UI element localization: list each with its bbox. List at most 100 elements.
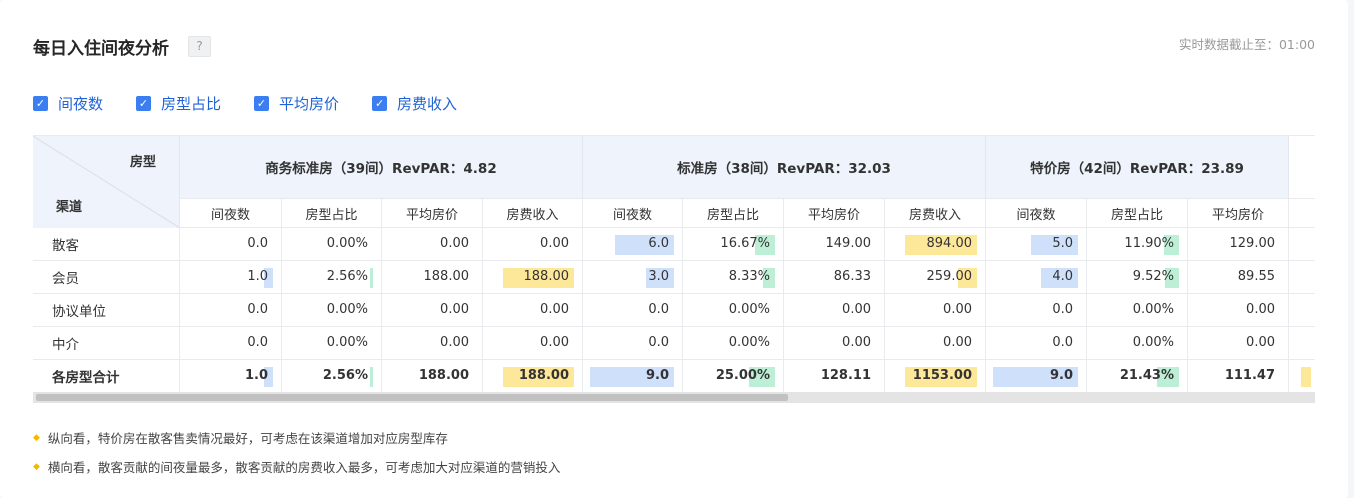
table-cell-overflow bbox=[1289, 294, 1315, 327]
diamond-bullet-icon: ◆ bbox=[33, 432, 40, 443]
room-type-group-header: 标准房（38间）RevPAR：32.03 bbox=[583, 136, 986, 198]
column-header: 房型占比 bbox=[282, 198, 382, 228]
cell-value: 0.0 bbox=[1052, 302, 1073, 317]
column-header: 平均房价 bbox=[382, 198, 483, 228]
table-cell: 5.0 bbox=[986, 228, 1087, 261]
cell-value: 894.00 bbox=[926, 236, 973, 251]
table-cell: 0.0 bbox=[583, 294, 683, 327]
cell-value: 9.52% bbox=[1132, 269, 1174, 284]
table-cell: 0.0 bbox=[180, 327, 282, 360]
filter-revenue[interactable]: ✓ 房费收入 bbox=[372, 93, 457, 114]
analysis-card: 每日入住间夜分析 ? 实时数据截止至：01:00 ✓ 间夜数 ✓ 房型占比 ✓ … bbox=[0, 0, 1348, 498]
table-cell: 259.00 bbox=[885, 261, 986, 294]
updated-time: 01:00 bbox=[1278, 37, 1315, 52]
table-cell: 128.11 bbox=[784, 360, 885, 393]
cell-value: 8.33% bbox=[728, 269, 770, 284]
table-corner-header: 房型 渠道 bbox=[33, 136, 180, 228]
cell-value: 0.00 bbox=[943, 302, 972, 317]
checkbox-checked-icon[interactable]: ✓ bbox=[254, 96, 270, 111]
cell-value: 0.00% bbox=[326, 335, 368, 350]
filter-avg-price[interactable]: ✓ 平均房价 bbox=[254, 93, 339, 114]
cell-value: 128.11 bbox=[820, 368, 871, 383]
cell-value: 129.00 bbox=[1229, 236, 1276, 251]
filter-label[interactable]: 房型占比 bbox=[161, 93, 221, 114]
cell-value: 0.0 bbox=[1052, 335, 1073, 350]
room-type-group-header: 商务标准房（39间）RevPAR：4.82 bbox=[180, 136, 583, 198]
cell-value: 0.0 bbox=[648, 302, 669, 317]
table-cell: 0.00 bbox=[784, 327, 885, 360]
table-cell: 188.00 bbox=[382, 261, 483, 294]
table-cell: 0.00 bbox=[382, 294, 483, 327]
cell-value: 1.0 bbox=[244, 368, 268, 383]
cell-value: 0.00% bbox=[1132, 335, 1174, 350]
table-cell: 86.33 bbox=[784, 261, 885, 294]
cell-value: 0.00 bbox=[440, 302, 469, 317]
column-header: 房费收入 bbox=[483, 198, 583, 228]
data-table: 房型 渠道 商务标准房（39间）RevPAR：4.82 标准房（38间）RevPA… bbox=[33, 135, 1315, 406]
value-bar bbox=[1301, 367, 1311, 387]
table-cell: 2.56% bbox=[282, 261, 382, 294]
scrollbar-thumb[interactable] bbox=[36, 394, 788, 401]
cell-value: 5.0 bbox=[1052, 236, 1073, 251]
cell-value: 188.00 bbox=[518, 368, 569, 383]
cell-value: 6.0 bbox=[648, 236, 669, 251]
cell-value: 0.00 bbox=[842, 335, 871, 350]
table-cell: 0.00 bbox=[382, 327, 483, 360]
cell-value: 0.0 bbox=[247, 236, 268, 251]
checkbox-checked-icon[interactable]: ✓ bbox=[136, 96, 152, 111]
row-channel-label: 中介 bbox=[33, 327, 180, 360]
filter-label[interactable]: 平均房价 bbox=[279, 93, 339, 114]
column-header: 平均房价 bbox=[784, 198, 885, 228]
page-title: 每日入住间夜分析 bbox=[33, 39, 169, 59]
row-channel-label: 会员 bbox=[33, 261, 180, 294]
help-icon[interactable]: ? bbox=[188, 36, 211, 57]
table-cell: 0.0 bbox=[180, 294, 282, 327]
row-channel-label: 各房型合计 bbox=[33, 360, 180, 393]
cell-value: 0.00 bbox=[842, 302, 871, 317]
column-header: 房费收入 bbox=[885, 198, 986, 228]
cell-value: 259.00 bbox=[926, 269, 973, 284]
filter-nights[interactable]: ✓ 间夜数 bbox=[33, 93, 103, 114]
cell-value: 0.00% bbox=[326, 302, 368, 317]
table-cell-overflow bbox=[1289, 360, 1315, 393]
cell-value: 9.0 bbox=[1049, 368, 1073, 383]
table-cell: 894.00 bbox=[885, 228, 986, 261]
cell-value: 0.00 bbox=[943, 335, 972, 350]
corner-channel-label: 渠道 bbox=[56, 200, 83, 215]
cell-value: 111.47 bbox=[1224, 368, 1275, 383]
table-cell: 0.00 bbox=[1188, 294, 1289, 327]
room-type-group-header: 特价房（42间）RevPAR：23.89 bbox=[986, 136, 1289, 198]
filter-label[interactable]: 房费收入 bbox=[397, 93, 457, 114]
table-cell: 0.0 bbox=[986, 294, 1087, 327]
table-cell: 0.00% bbox=[683, 294, 784, 327]
table-cell: 9.0 bbox=[986, 360, 1087, 393]
insight-item: ◆ 纵向看，特价房在散客售卖情况最好，可考虑在该渠道增加对应房型库存 bbox=[33, 423, 560, 452]
checkbox-checked-icon[interactable]: ✓ bbox=[372, 96, 388, 111]
column-header: 平均房价 bbox=[1188, 198, 1289, 228]
cell-value: 25.00% bbox=[715, 368, 770, 383]
insight-text: 横向看，散客贡献的间夜量最多，散客贡献的房费收入最多，可考虑加大对应渠道的营销投… bbox=[47, 460, 561, 475]
table-cell: 0.00 bbox=[483, 228, 583, 261]
checkbox-checked-icon[interactable]: ✓ bbox=[33, 96, 48, 111]
row-channel-label: 协议单位 bbox=[33, 294, 180, 327]
table-cell: 129.00 bbox=[1188, 228, 1289, 261]
table-cell: 0.00% bbox=[1087, 294, 1188, 327]
table-cell: 0.0 bbox=[180, 228, 282, 261]
table-cell: 1.0 bbox=[180, 360, 282, 393]
table-cell: 188.00 bbox=[483, 261, 583, 294]
table-cell: 8.33% bbox=[683, 261, 784, 294]
table-cell-overflow bbox=[1289, 228, 1315, 261]
filter-label[interactable]: 间夜数 bbox=[58, 93, 103, 114]
cell-value: 0.00 bbox=[1246, 302, 1275, 317]
filter-share[interactable]: ✓ 房型占比 bbox=[136, 93, 221, 114]
metric-filters: ✓ 间夜数 ✓ 房型占比 ✓ 平均房价 ✓ 房费收入 bbox=[33, 93, 490, 114]
cell-value: 21.43% bbox=[1119, 368, 1174, 383]
table-cell: 11.90% bbox=[1087, 228, 1188, 261]
cell-value: 0.00 bbox=[440, 236, 469, 251]
table-cell-overflow bbox=[1289, 327, 1315, 360]
table-cell: 0.00% bbox=[282, 294, 382, 327]
cell-value: 188.00 bbox=[523, 269, 570, 284]
table-cell: 21.43% bbox=[1087, 360, 1188, 393]
cell-value: 89.55 bbox=[1237, 269, 1275, 284]
cell-value: 16.67% bbox=[720, 236, 770, 251]
